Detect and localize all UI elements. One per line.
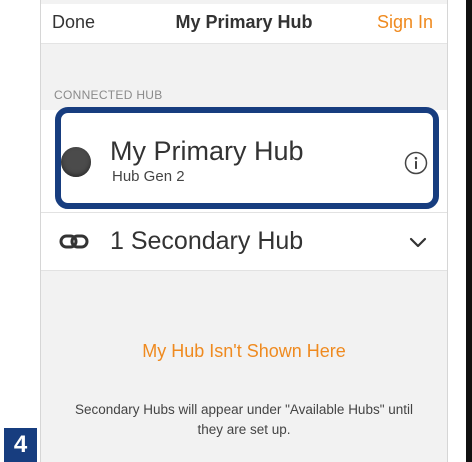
secondary-hubs-note: Secondary Hubs will appear under "Availa… bbox=[74, 402, 414, 437]
phone-screen: My Primary Hub Done Sign In CONNECTED HU… bbox=[41, 0, 447, 462]
left-margin bbox=[0, 0, 41, 462]
nav-bar: My Primary Hub Done Sign In bbox=[41, 4, 447, 44]
hub-not-shown-link[interactable]: My Hub Isn't Shown Here bbox=[41, 341, 447, 362]
section-label-connected-hub: CONNECTED HUB bbox=[54, 88, 163, 102]
chevron-down-icon[interactable] bbox=[409, 235, 427, 249]
link-icon bbox=[59, 234, 89, 249]
hub-name: My Primary Hub bbox=[110, 136, 304, 166]
connected-hub-row[interactable]: My Primary Hub Hub Gen 2 bbox=[41, 110, 447, 213]
done-button[interactable]: Done bbox=[52, 12, 95, 33]
hub-status-dot-icon bbox=[61, 147, 91, 177]
sign-in-button[interactable]: Sign In bbox=[377, 12, 433, 33]
secondary-hub-label: 1 Secondary Hub bbox=[110, 227, 304, 255]
right-edge-bar bbox=[466, 0, 472, 462]
step-number-badge: 4 bbox=[4, 428, 37, 462]
hub-model: Hub Gen 2 bbox=[112, 168, 185, 185]
secondary-hub-row[interactable]: 1 Secondary Hub bbox=[41, 213, 447, 271]
info-circle-icon[interactable] bbox=[404, 151, 428, 175]
